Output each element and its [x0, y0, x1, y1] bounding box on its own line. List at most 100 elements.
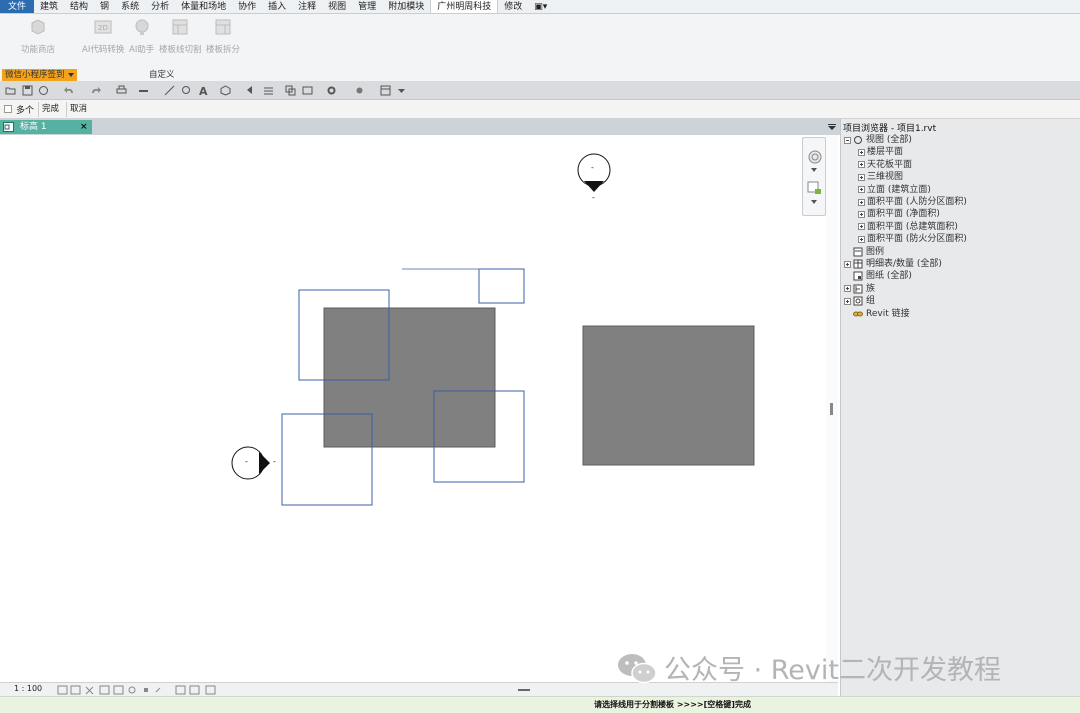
expand-icon[interactable] — [858, 148, 865, 156]
ribbon-tab-12[interactable]: 附加模块 — [382, 0, 430, 13]
browser-item-label: 天花板平面 — [867, 159, 913, 170]
ribbon-tab-4[interactable]: 系统 — [115, 0, 145, 13]
browser-item-9[interactable]: 图例 — [844, 246, 884, 258]
expand-icon[interactable] — [858, 161, 865, 169]
browser-item-3[interactable]: 三维视图 — [858, 171, 903, 183]
view-scale[interactable]: 1 : 100 — [14, 683, 42, 695]
browser-item-11[interactable]: 图纸 (全部) — [844, 270, 912, 282]
multiple-checkbox[interactable] — [4, 105, 12, 113]
sync-icon[interactable] — [38, 85, 49, 96]
elevation-marker-north[interactable] — [577, 153, 611, 192]
ai-assistant-icon — [135, 19, 149, 35]
ribbon-tab-11[interactable]: 管理 — [352, 0, 382, 13]
browser-item-0[interactable]: 视图 (全部) — [844, 134, 912, 146]
floor-slab-2[interactable] — [582, 325, 755, 466]
dimension-icon[interactable] — [164, 85, 175, 96]
browser-item-12[interactable]: 族 — [844, 283, 875, 295]
section-icon[interactable] — [246, 85, 257, 96]
ribbon-tab-0[interactable]: 文件 — [0, 0, 35, 13]
browser-item-1[interactable]: 楼层平面 — [858, 146, 903, 158]
browser-item-7[interactable]: 面积平面 (总建筑面积) — [858, 221, 958, 233]
canvas-drawing[interactable] — [0, 135, 838, 682]
floor-slab-1[interactable] — [323, 307, 496, 448]
browser-item-13[interactable]: 组 — [844, 295, 875, 307]
nav-dropdown-icon[interactable] — [811, 168, 817, 172]
ribbon-tab-bar: 文件 建筑 结构钢系统 分析 体量和场地 协作 插入 注释 视图 管理 附加模块 广州明周科技 修改 ▣▾ — [0, 0, 1080, 14]
redo-icon[interactable] — [90, 85, 101, 96]
window-icon[interactable] — [380, 85, 391, 96]
expand-icon[interactable] — [858, 223, 865, 231]
view-list-dropdown-icon[interactable] — [828, 124, 836, 130]
ribbon-tab-9[interactable]: 注释 — [292, 0, 322, 13]
measure-icon[interactable] — [138, 85, 149, 96]
browser-item-2[interactable]: 天花板平面 — [858, 159, 912, 171]
ribbon-tab-3[interactable]: 钢 — [94, 0, 115, 13]
browser-item-5[interactable]: 面积平面 (人防分区面积) — [858, 196, 967, 208]
ribbon-tab-5[interactable]: 分析 — [145, 0, 175, 13]
ai-assistant-button[interactable]: AI助手 — [129, 17, 154, 55]
browser-item-8[interactable]: 面积平面 (防火分区面积) — [858, 233, 967, 245]
horizontal-scroll-thumb[interactable] — [518, 689, 530, 691]
ai-code-icon: 2D — [94, 20, 112, 34]
browser-item-label: 图纸 (全部) — [866, 271, 912, 282]
ribbon-panel: 功能商店 2D AI代码转换 AI助手 楼板线切割 楼板拆分 — [0, 14, 1080, 68]
close-hidden-icon[interactable] — [285, 85, 296, 96]
ribbon-tab-6[interactable]: 体量和场地 — [175, 0, 232, 13]
3d-view-icon[interactable] — [220, 85, 231, 96]
zoom-region-icon[interactable] — [806, 180, 824, 196]
split-line-rect-2[interactable] — [478, 268, 525, 304]
finish-button[interactable]: 完成 — [38, 101, 62, 117]
settings-icon[interactable] — [326, 85, 337, 96]
close-icon[interactable]: × — [80, 120, 88, 134]
customize-qat-icon[interactable] — [396, 85, 407, 96]
elevation-marker-west[interactable] — [231, 446, 270, 480]
expand-icon[interactable] — [858, 173, 865, 181]
view-tab-level1[interactable]: 标高 1 × — [0, 120, 92, 134]
browser-item-10[interactable]: 明细表/数量 (全部) — [844, 258, 942, 270]
browser-item-4[interactable]: 立面 (建筑立面) — [858, 184, 931, 196]
steering-wheel-icon[interactable] — [806, 148, 824, 166]
ai-code-button[interactable]: 2D AI代码转换 — [82, 17, 124, 55]
expand-icon[interactable] — [858, 210, 865, 218]
text-icon[interactable]: A — [198, 85, 209, 96]
save-icon[interactable] — [22, 85, 33, 96]
open-icon[interactable] — [5, 85, 16, 96]
expand-icon[interactable] — [858, 235, 865, 243]
wechat-panel-label[interactable]: 微信小程序签到 — [2, 69, 77, 81]
expand-icon[interactable] — [844, 297, 851, 305]
slab-split-label: 楼板拆分 — [206, 45, 241, 55]
zoom-dropdown-icon[interactable] — [811, 200, 817, 204]
print-icon[interactable] — [116, 85, 127, 96]
drawing-canvas[interactable]: - - - - — [0, 135, 838, 682]
slab-split-button[interactable]: 楼板拆分 — [206, 17, 240, 55]
expand-icon[interactable] — [844, 285, 851, 293]
thin-lines-icon[interactable] — [263, 85, 274, 96]
expand-icon[interactable] — [858, 186, 865, 194]
ribbon-tab-8[interactable]: 插入 — [262, 0, 292, 13]
ribbon-tab-7[interactable]: 协作 — [232, 0, 262, 13]
tag-icon[interactable] — [181, 85, 192, 96]
browser-item-label: 面积平面 (总建筑面积) — [867, 221, 958, 232]
ribbon-tab-1[interactable]: 建筑 — [34, 0, 64, 13]
browser-item-14[interactable]: Revit 链接 — [844, 308, 910, 320]
project-browser-title: 项目浏览器 - 项目1.rvt — [843, 124, 937, 134]
store-button[interactable]: 功能商店 — [21, 17, 55, 55]
undo-icon[interactable] — [64, 85, 75, 96]
ribbon-tab-10[interactable]: 视图 — [322, 0, 352, 13]
browser-item-6[interactable]: 面积平面 (净面积) — [858, 208, 940, 220]
browser-item-label: 族 — [866, 283, 876, 294]
view-control-icons[interactable] — [56, 685, 221, 695]
ribbon-tab-15[interactable]: ▣▾ — [528, 0, 553, 13]
ribbon-tab-14[interactable]: 修改 — [498, 0, 528, 13]
cancel-button[interactable]: 取消 — [66, 101, 90, 117]
expand-icon[interactable] — [844, 260, 851, 268]
ribbon-tab-13[interactable]: 广州明周科技 — [430, 0, 499, 13]
switch-windows-icon[interactable] — [302, 85, 313, 96]
expand-icon[interactable] — [858, 198, 865, 206]
browser-item-label: 图例 — [866, 246, 885, 257]
scroll-thumb[interactable] — [830, 403, 833, 415]
ribbon-tab-2[interactable]: 结构 — [64, 0, 94, 13]
collapse-icon[interactable] — [844, 136, 851, 144]
slab-cut-button[interactable]: 楼板线切割 — [159, 17, 202, 55]
gear-icon[interactable] — [354, 85, 365, 96]
